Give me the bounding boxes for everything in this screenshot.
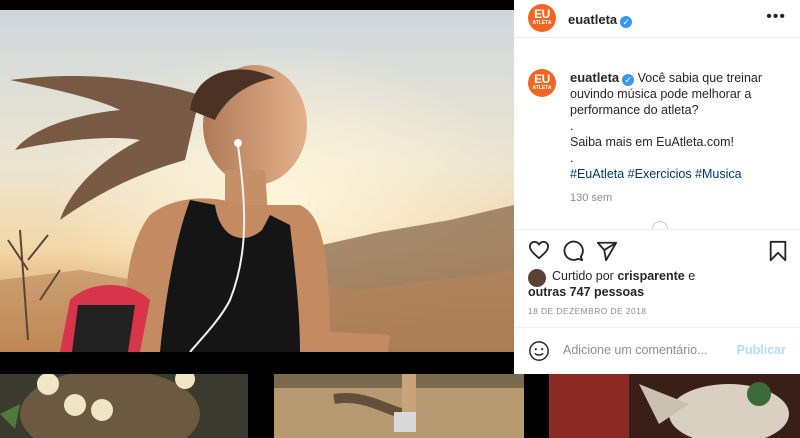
username-link[interactable]: euatleta: [568, 12, 617, 27]
grid-post-thumbnail[interactable]: [549, 374, 800, 438]
comment-input[interactable]: [561, 342, 735, 358]
logo-subtext: ATLETA: [532, 20, 552, 26]
action-bar: [514, 229, 800, 270]
comment-timestamp: 130 sem: [570, 192, 613, 204]
add-comment-bar: Publicar: [514, 327, 800, 375]
likes-summary: Curtido por crisparente e outras 747 pes…: [528, 268, 696, 300]
more-options-icon[interactable]: •••: [766, 8, 786, 26]
share-icon[interactable]: [596, 240, 618, 267]
logo-subtext: ATLETA: [532, 85, 552, 91]
more-posts-grid: [0, 374, 800, 438]
caption-username-link[interactable]: euatleta: [570, 70, 619, 85]
heart-icon[interactable]: [528, 240, 550, 265]
avatar[interactable]: EU ATLETA: [528, 4, 556, 32]
post-header: EU ATLETA euatleta ✓ •••: [514, 0, 800, 38]
post-photo[interactable]: [0, 0, 514, 438]
publish-button[interactable]: Publicar: [737, 343, 786, 357]
grid-post-thumbnail[interactable]: [274, 374, 524, 438]
post-sidebar: EU ATLETA euatleta ✓ ••• EU ATLETA euatle…: [514, 0, 800, 374]
verified-badge-icon: ✓: [620, 16, 633, 28]
comment-icon[interactable]: [562, 240, 584, 267]
caption-separator: .: [570, 151, 574, 165]
bookmark-icon[interactable]: [768, 240, 788, 267]
liked-by-user[interactable]: crisparente: [617, 269, 684, 283]
verified-badge-icon: ✓: [622, 74, 635, 86]
post-date: 18 DE DEZEMBRO DE 2018: [528, 306, 647, 316]
caption-separator: .: [570, 119, 574, 133]
logo-text: EU: [534, 7, 550, 21]
liked-by-others-link[interactable]: outras 747 pessoas: [528, 285, 644, 299]
liked-by-and: e: [688, 269, 696, 283]
grid-post-thumbnail[interactable]: [0, 374, 248, 438]
caption-link-text: Saiba mais em EuAtleta.com!: [570, 135, 734, 149]
liked-by-prefix: Curtido por: [552, 269, 614, 283]
caption-avatar[interactable]: EU ATLETA: [528, 69, 556, 97]
logo-text: EU: [534, 72, 550, 86]
hashtags[interactable]: #EuAtleta #Exercicios #Musica: [570, 166, 784, 182]
post-caption: euatleta ✓ Você sabia que treinar ouvindo…: [570, 70, 784, 182]
emoji-icon[interactable]: [528, 340, 550, 367]
